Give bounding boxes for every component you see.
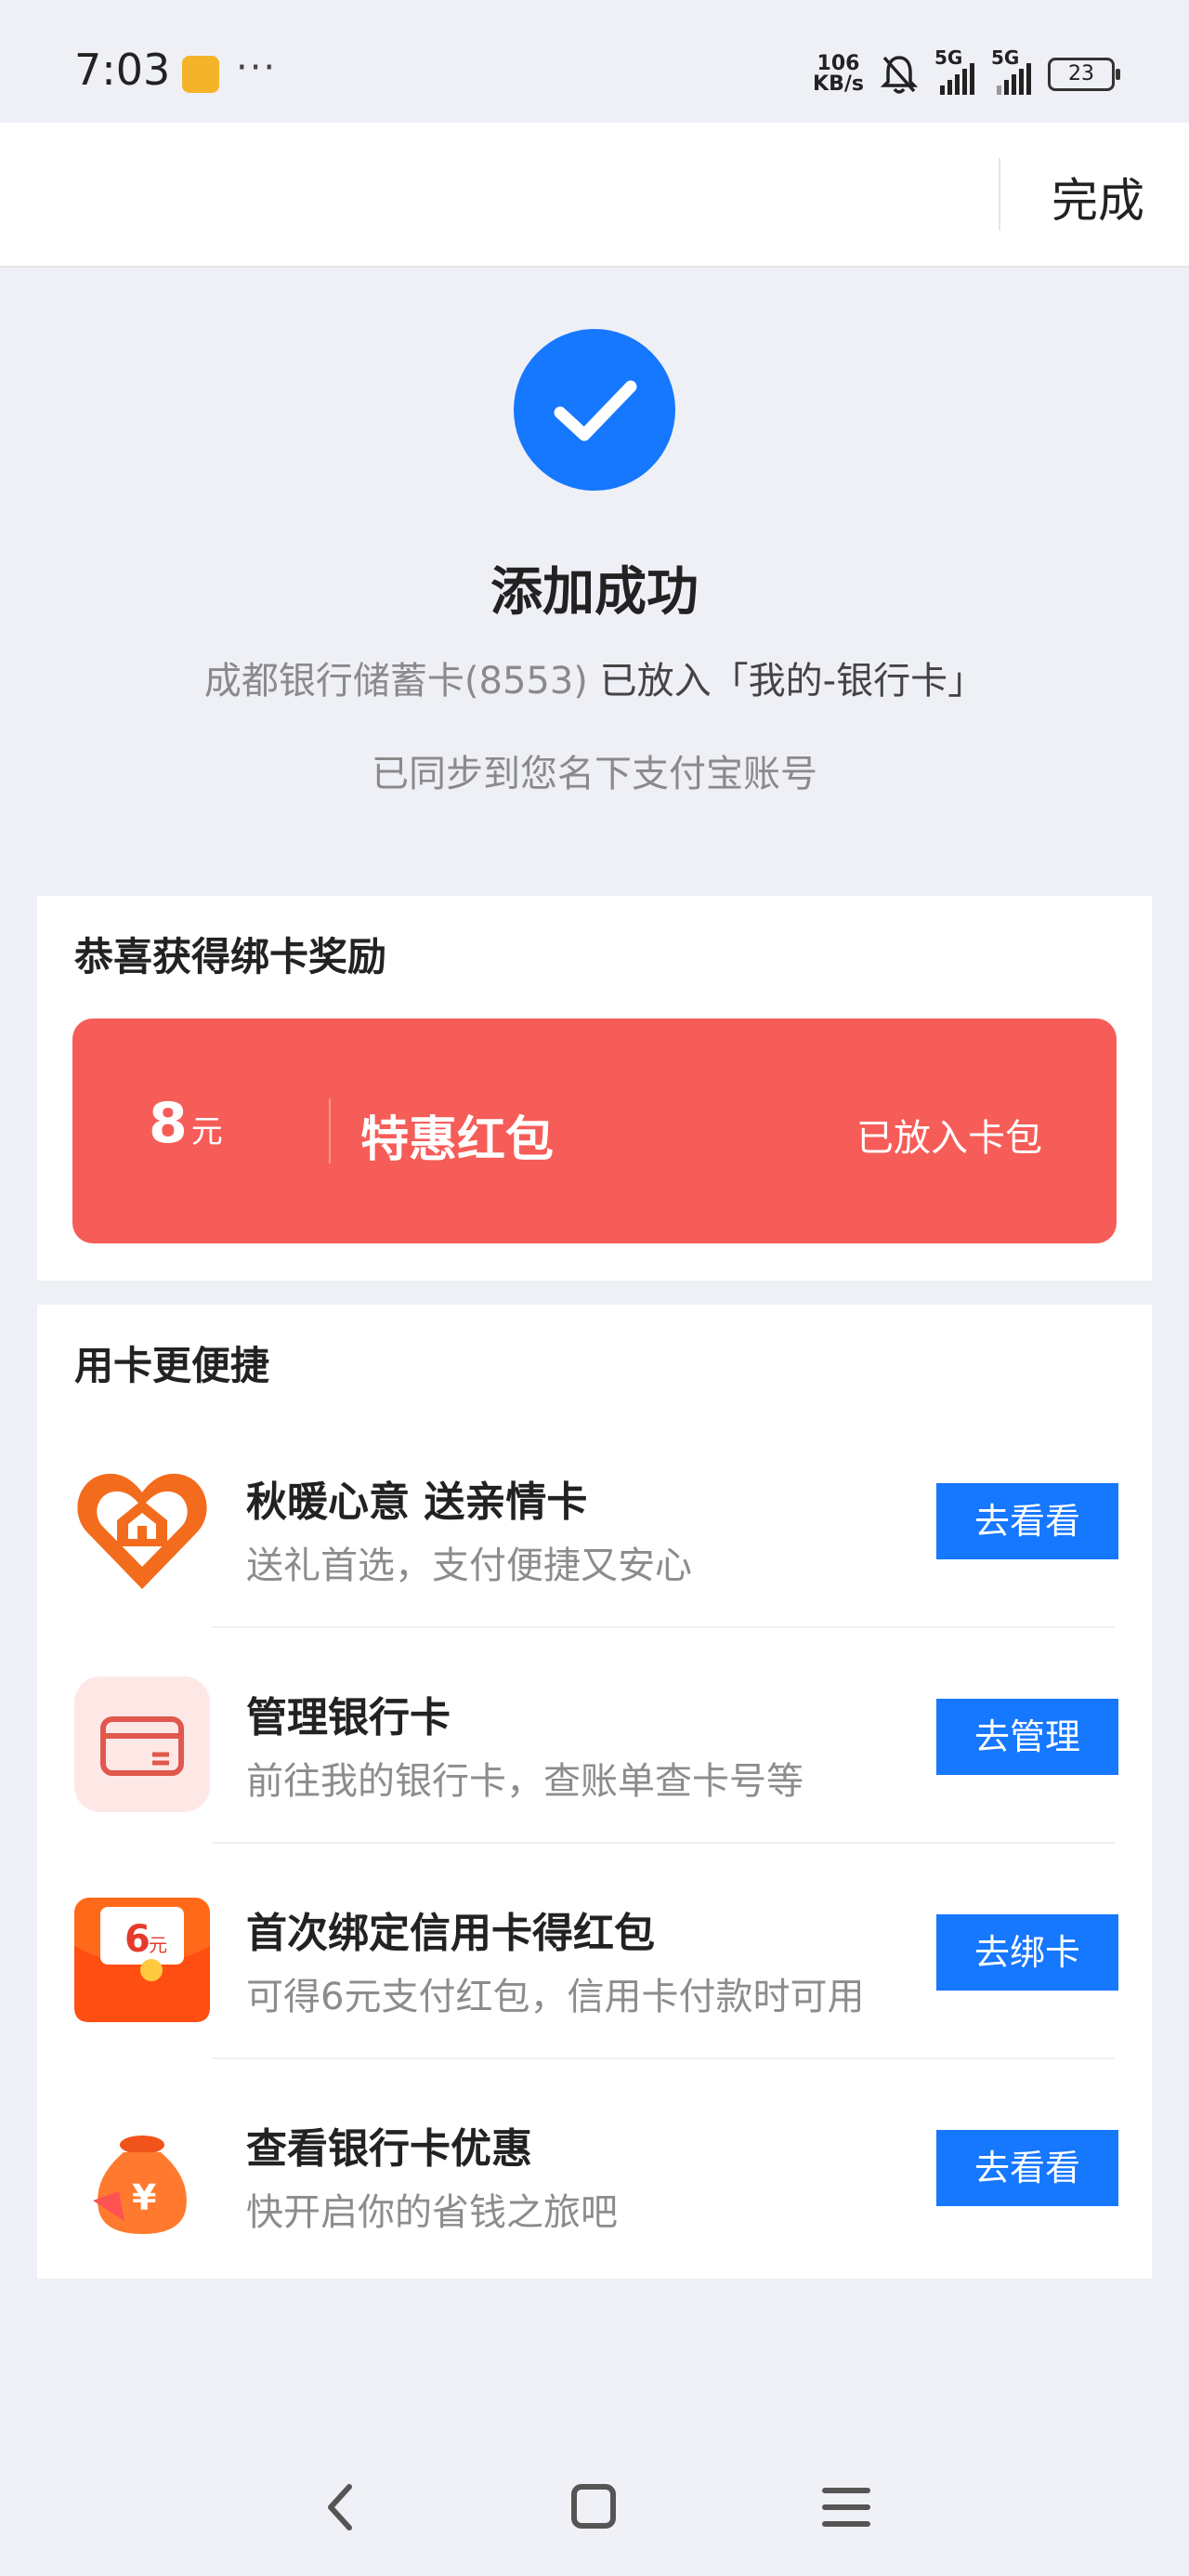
reward-card: 恭喜获得绑卡奖励 8元 特惠红包 已放入卡包 bbox=[37, 896, 1152, 1281]
item-title: 管理银行卡 bbox=[246, 1694, 451, 1741]
battery-icon: 23 bbox=[1048, 58, 1120, 91]
item-subtitle: 快开启你的省钱之旅吧 bbox=[246, 2191, 618, 2234]
status-bar: 7:03 ··· 106 KB/s 5G 5G 23 bbox=[0, 0, 1189, 123]
red-packet-name: 特惠红包 bbox=[360, 1112, 555, 1168]
success-title: 添加成功 bbox=[490, 562, 699, 623]
top-bar: 完成 bbox=[0, 123, 1189, 268]
network-speed: 106 KB/s bbox=[813, 52, 864, 96]
red-packet-amount: 8元 bbox=[149, 1091, 223, 1156]
money-bag-icon: ¥ bbox=[72, 2106, 212, 2245]
success-description: 成都银行储蓄卡(8553) 已放入「我的-银行卡」 bbox=[0, 651, 1189, 704]
success-check-icon bbox=[514, 329, 675, 491]
item-subtitle: 前往我的银行卡，查账单查卡号等 bbox=[246, 1760, 804, 1803]
go-manage-button[interactable]: 去管理 bbox=[936, 1699, 1118, 1775]
go-bind-card-button[interactable]: 去绑卡 bbox=[936, 1914, 1118, 1991]
signal-icon: 5G bbox=[934, 46, 974, 95]
red-packet-status: 已放入卡包 bbox=[856, 1117, 1042, 1160]
done-button[interactable]: 完成 bbox=[1052, 164, 1144, 230]
more-dots-icon: ··· bbox=[236, 46, 278, 89]
item-title: 秋暖心意 送亲情卡 bbox=[246, 1479, 588, 1526]
heart-house-icon bbox=[72, 1459, 212, 1598]
signal-icon-2: 5G bbox=[991, 46, 1031, 95]
bank-card-icon bbox=[72, 1675, 212, 1814]
item-title: 首次绑定信用卡得红包 bbox=[246, 1910, 655, 1957]
item-subtitle: 送礼首选，支付便捷又安心 bbox=[246, 1544, 692, 1587]
menu-icon[interactable] bbox=[804, 2474, 888, 2541]
red-packet-divider bbox=[329, 1098, 331, 1163]
svg-text:¥: ¥ bbox=[132, 2177, 156, 2218]
status-indicators: 106 KB/s 5G 5G 23 bbox=[813, 46, 1120, 100]
bell-off-icon bbox=[881, 56, 918, 94]
svg-text:6: 6 bbox=[124, 1918, 150, 1961]
red-envelope-icon: 6 元 bbox=[72, 1890, 212, 2030]
go-view-offers-button[interactable]: 去看看 bbox=[936, 2130, 1118, 2206]
go-view-button[interactable]: 去看看 bbox=[936, 1483, 1118, 1559]
convenience-title: 用卡更便捷 bbox=[74, 1343, 270, 1388]
item-title: 查看银行卡优惠 bbox=[246, 2125, 532, 2173]
system-nav-bar bbox=[0, 2435, 1189, 2576]
list-item-manage-card[interactable]: 管理银行卡 前往我的银行卡，查账单查卡号等 去管理 bbox=[37, 1628, 1152, 1844]
svg-text:元: 元 bbox=[149, 1934, 167, 1956]
note-icon bbox=[182, 56, 219, 93]
home-icon[interactable] bbox=[552, 2474, 635, 2541]
card-name: 成都银行储蓄卡(8553) bbox=[203, 660, 588, 703]
status-time: 7:03 bbox=[74, 45, 171, 95]
reward-title: 恭喜获得绑卡奖励 bbox=[74, 934, 387, 979]
list-item-family-card[interactable]: 秋暖心意 送亲情卡 送礼首选，支付便捷又安心 去看看 bbox=[37, 1413, 1152, 1628]
list-item-card-offers[interactable]: ¥ 查看银行卡优惠 快开启你的省钱之旅吧 去看看 bbox=[37, 2059, 1152, 2275]
red-packet-banner[interactable]: 8元 特惠红包 已放入卡包 bbox=[72, 1019, 1117, 1243]
placed-text: 已放入「我的-银行卡」 bbox=[599, 660, 986, 703]
header-divider bbox=[999, 158, 1000, 230]
convenience-card: 用卡更便捷 秋暖心意 送亲情卡 送礼首选，支付便捷又安心 去看看 管理银行卡 前… bbox=[37, 1305, 1152, 2279]
back-icon[interactable] bbox=[299, 2474, 383, 2541]
sync-text: 已同步到您名下支付宝账号 bbox=[372, 753, 817, 795]
list-item-credit-card[interactable]: 6 元 首次绑定信用卡得红包 可得6元支付红包，信用卡付款时可用 去绑卡 bbox=[37, 1844, 1152, 2059]
item-subtitle: 可得6元支付红包，信用卡付款时可用 bbox=[246, 1976, 865, 2018]
